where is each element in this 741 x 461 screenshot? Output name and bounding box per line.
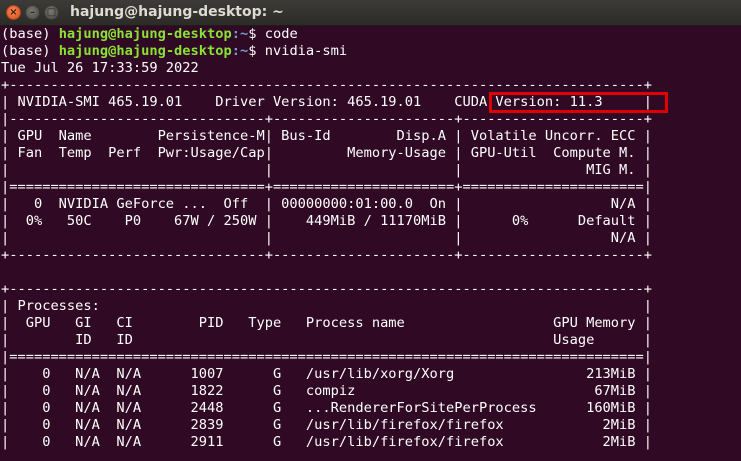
minimize-window-button[interactable]: – [25,5,40,20]
timestamp-line: Tue Jul 26 17:33:59 2022 [1,60,199,76]
close-window-button[interactable]: × [6,5,21,20]
maximize-icon: □ [46,7,57,18]
gpu-header-line: | Fan Temp Perf Pwr:Usage/Cap| Memory-Us… [1,145,653,161]
process-row: | 0 N/A N/A 2839 G /usr/lib/firefox/fire… [1,417,653,433]
minimize-icon: – [30,7,35,18]
prompt-user-host: hajung@hajung-desktop [58,26,232,42]
terminal-area[interactable]: (base) hajung@hajung-desktop:~$ code (ba… [0,26,741,461]
gpu-header-line: | | | MIG M. | [1,162,653,178]
gpu-header-line: | GPU Name Persistence-M| Bus-Id Disp.A … [1,128,653,144]
gpu-row-line: | 0% 50C P0 67W / 250W | 449MiB / 11170M… [1,213,653,229]
close-icon: × [9,7,18,18]
gpu-row-line: | | | N/A | [1,230,653,246]
prompt-user-host: hajung@hajung-desktop [58,43,232,59]
processes-title-line: | Processes: | [1,298,653,314]
process-row: | 0 N/A N/A 2448 G ...RendererForSitePer… [1,400,653,416]
table-border: |===============================+=======… [1,179,653,195]
prompt-path: :~ [231,43,249,59]
prompt-symbol: $ [248,26,265,42]
prompt-line: (base) hajung@hajung-desktop:~$ code [1,26,298,43]
process-row: | 0 N/A N/A 2911 G /usr/lib/firefox/fire… [1,434,653,450]
terminal-window: × – □ hajung@hajung-desktop: ~ (base) ha… [0,0,741,461]
table-border: +-------------------------------+-------… [1,247,653,263]
cuda-version-highlight [489,92,668,113]
title-bar[interactable]: × – □ hajung@hajung-desktop: ~ [0,0,741,26]
table-border: +---------------------------------------… [1,281,653,297]
prompt-line: (base) hajung@hajung-desktop:~$ nvidia-s… [1,43,347,60]
window-title: hajung@hajung-desktop: ~ [70,4,284,20]
table-border: |-------------------------------+-------… [1,111,653,127]
prompt-symbol: $ [248,43,265,59]
maximize-window-button[interactable]: □ [44,5,59,20]
command-text: nvidia-smi [264,43,348,59]
conda-env: (base) [1,26,59,42]
process-row: | 0 N/A N/A 1007 G /usr/lib/xorg/Xorg 21… [1,366,653,382]
gpu-row-line: | 0 NVIDIA GeForce ... Off | 00000000:01… [1,196,653,212]
process-row: | 0 N/A N/A 1822 G compiz 67MiB | [1,383,653,399]
command-text: code [264,26,298,42]
prompt-path: :~ [231,26,249,42]
process-header-line: | GPU GI CI PID Type Process name GPU Me… [1,315,653,331]
conda-env: (base) [1,43,59,59]
table-border: |=======================================… [1,349,653,365]
process-header-line: | ID ID Usage | [1,332,653,348]
